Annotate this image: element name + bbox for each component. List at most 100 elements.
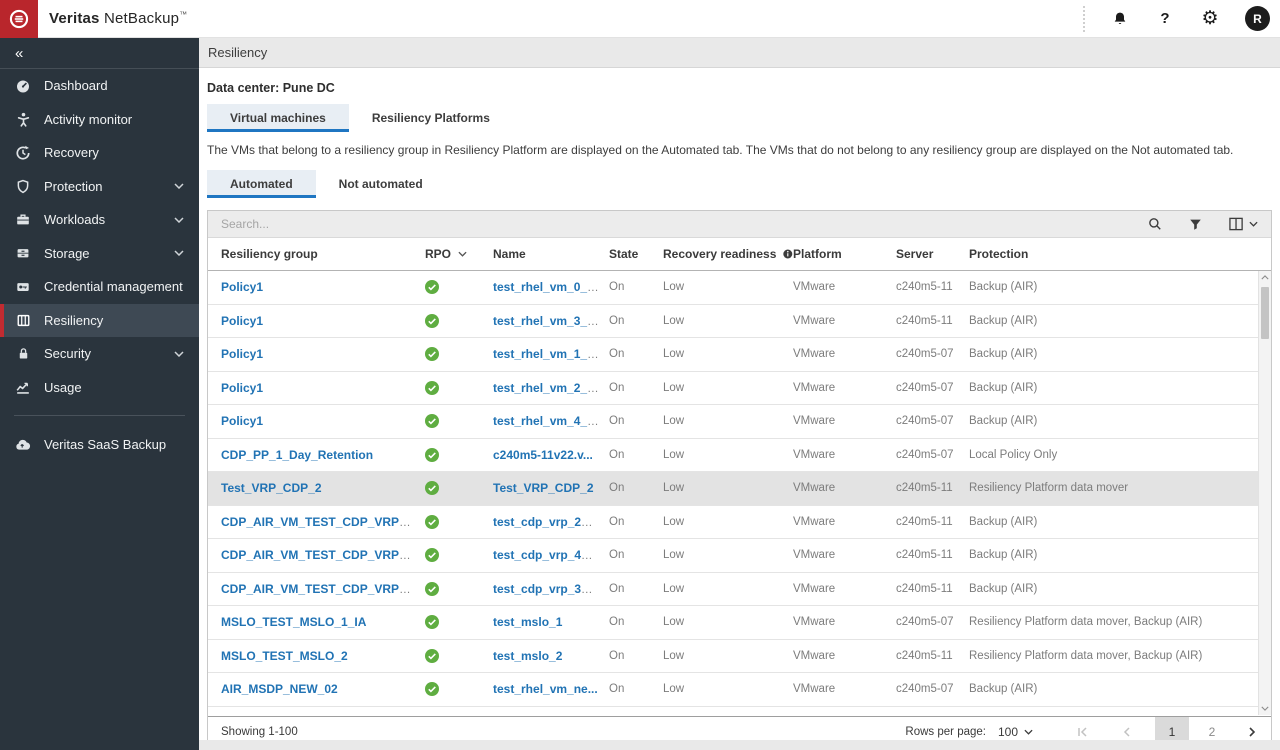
table-row[interactable]: Test_VRP_CDP_2 Test_VRP_CDP_2 On Low VMw… bbox=[208, 472, 1271, 506]
search-icon[interactable] bbox=[1148, 217, 1162, 231]
sidebar-collapse-button[interactable]: « bbox=[0, 38, 199, 69]
column-header-rpo[interactable]: RPO bbox=[425, 247, 493, 261]
page-2-button[interactable]: 2 bbox=[1195, 717, 1229, 741]
vm-name-link[interactable]: Test_VRP_CDP_2 bbox=[493, 481, 594, 495]
search-input[interactable] bbox=[221, 217, 1121, 231]
state-cell: On bbox=[609, 415, 625, 428]
column-header-name[interactable]: Name bbox=[493, 247, 609, 261]
resiliency-group-link[interactable]: Policy1 bbox=[221, 347, 263, 361]
table-row[interactable]: Policy1 test_rhel_vm_1_cd On Low VMware … bbox=[208, 338, 1271, 372]
vm-name-link[interactable]: test_cdp_vrp_3_cd bbox=[493, 582, 602, 596]
sidebar-item-activity-monitor[interactable]: Activity monitor bbox=[0, 103, 199, 137]
sidebar-item-dashboard[interactable]: Dashboard bbox=[0, 69, 199, 103]
table-row[interactable]: Policy1 test_rhel_vm_2_cd On Low VMware … bbox=[208, 372, 1271, 405]
vm-name-link[interactable]: test_mslo_1 bbox=[493, 615, 562, 629]
table-row[interactable]: Policy1 test_rhel_vm_3_cd On Low VMware … bbox=[208, 305, 1271, 338]
sidebar-item-veritas-saas-backup[interactable]: Veritas SaaS Backup bbox=[0, 428, 199, 462]
resiliency-group-link[interactable]: MSLO_TEST_MSLO_2 bbox=[221, 649, 348, 663]
help-question-icon[interactable]: ? bbox=[1155, 9, 1175, 29]
showing-count-label: Showing 1-100 bbox=[221, 725, 298, 738]
resiliency-group-link[interactable]: Policy1 bbox=[221, 381, 263, 395]
resiliency-group-link[interactable]: Policy1 bbox=[221, 414, 263, 428]
sidebar-item-usage[interactable]: Usage bbox=[0, 371, 199, 405]
credential-card-icon bbox=[15, 279, 31, 295]
column-header-resiliency-group[interactable]: Resiliency group bbox=[221, 247, 425, 261]
table-row[interactable]: Policy1 test_rhel_vm_4_cd On Low VMware … bbox=[208, 405, 1271, 439]
vm-name-link[interactable]: test_rhel_vm_3_cd bbox=[493, 314, 601, 328]
table-row[interactable]: CDP_AIR_VM_TEST_CDP_VRP_4_CD test_cdp_vr… bbox=[208, 539, 1271, 573]
resiliency-group-link[interactable]: CDP_AIR_VM_TEST_CDP_VRP_4_CD bbox=[221, 548, 425, 562]
sidebar-item-storage[interactable]: Storage bbox=[0, 237, 199, 271]
tab-resiliency-platforms[interactable]: Resiliency Platforms bbox=[349, 104, 513, 132]
vm-name-link[interactable]: c240m5-11v22.v... bbox=[493, 448, 593, 462]
page-1-button[interactable]: 1 bbox=[1155, 716, 1189, 740]
column-header-server[interactable]: Server bbox=[896, 247, 969, 261]
resiliency-group-link[interactable]: MSLO_TEST_MSLO_1_IA bbox=[221, 615, 366, 629]
table-footer: Showing 1-100 Rows per page: 100 1 2 bbox=[208, 716, 1271, 740]
resiliency-group-link[interactable]: Policy1 bbox=[221, 280, 263, 294]
first-page-button[interactable] bbox=[1067, 717, 1097, 741]
scroll-down-arrow-icon[interactable] bbox=[1259, 702, 1271, 715]
vm-name-link[interactable]: test_rhel_vm_ne... bbox=[493, 682, 598, 696]
server-cell: c240m5-07 bbox=[896, 348, 954, 361]
resiliency-group-link[interactable]: Policy1 bbox=[221, 314, 263, 328]
table-row[interactable]: CDP_PP_1_Day_Retention c240m5-11v22.v...… bbox=[208, 439, 1271, 472]
security-lock-icon bbox=[15, 346, 31, 362]
table-row[interactable]: CDP_AIR_VM_TEST_CDP_VRP_3_CD test_cdp_vr… bbox=[208, 573, 1271, 606]
state-cell: On bbox=[609, 381, 625, 394]
sidebar-item-resiliency[interactable]: Resiliency bbox=[0, 303, 199, 337]
resiliency-group-link[interactable]: Test_VRP_CDP_2 bbox=[221, 481, 322, 495]
sidebar-item-label: Resiliency bbox=[44, 312, 104, 328]
next-page-button[interactable] bbox=[1237, 717, 1267, 741]
scrollbar-thumb[interactable] bbox=[1261, 287, 1269, 339]
server-cell: c240m5-07 bbox=[896, 415, 954, 428]
resiliency-group-link[interactable]: CDP_AIR_VM_TEST_CDP_VRP_2_CD bbox=[221, 515, 425, 529]
sidebar-item-credential-management[interactable]: Credential management bbox=[0, 270, 199, 304]
platform-cell: VMware bbox=[793, 482, 836, 495]
table-row[interactable]: CDP_AIR_VM_TEST_CDP_VRP_2_CD test_cdp_vr… bbox=[208, 506, 1271, 539]
previous-page-button[interactable] bbox=[1111, 717, 1141, 741]
column-header-state[interactable]: State bbox=[609, 247, 663, 261]
vm-name-link[interactable]: test_rhel_vm_4_cd bbox=[493, 414, 601, 428]
vm-name-link[interactable]: test_cdp_vrp_2_cd bbox=[493, 515, 602, 529]
notifications-bell-icon[interactable] bbox=[1110, 9, 1130, 29]
resiliency-appliance-icon bbox=[15, 312, 31, 328]
table-row[interactable]: MSLO_TEST_MSLO_2 test_mslo_2 On Low VMwa… bbox=[208, 640, 1271, 673]
chevron-down-icon bbox=[174, 250, 184, 257]
vm-name-link[interactable]: test_mslo_2 bbox=[493, 649, 562, 663]
user-avatar[interactable]: R bbox=[1245, 6, 1270, 31]
server-cell: c240m5-07 bbox=[896, 616, 954, 629]
column-header-recovery-readiness[interactable]: Recovery readiness bbox=[663, 247, 793, 261]
vm-name-link[interactable]: test_rhel_vm_0_cd bbox=[493, 280, 601, 294]
column-header-protection[interactable]: Protection bbox=[969, 247, 1271, 261]
resiliency-group-link[interactable]: CDP_PP_1_Day_Retention bbox=[221, 448, 373, 462]
vm-name-link[interactable]: test_rhel_vm_1_cd bbox=[493, 347, 601, 361]
sidebar-item-protection[interactable]: Protection bbox=[0, 170, 199, 204]
tab-automated[interactable]: Automated bbox=[207, 170, 316, 198]
rpo-cell bbox=[425, 414, 493, 429]
server-cell: c240m5-07 bbox=[896, 448, 954, 461]
protection-cell: Backup (AIR) bbox=[969, 683, 1038, 696]
scroll-up-arrow-icon[interactable] bbox=[1259, 271, 1271, 284]
settings-gear-icon[interactable]: ⚙ bbox=[1200, 9, 1220, 29]
vm-name-link[interactable]: test_cdp_vrp_4_cd bbox=[493, 548, 602, 562]
server-cell: c240m5-11 bbox=[896, 515, 953, 528]
column-settings-icon[interactable] bbox=[1229, 217, 1258, 231]
filter-funnel-icon[interactable] bbox=[1189, 218, 1202, 231]
protection-cell: Backup (AIR) bbox=[969, 348, 1038, 361]
sidebar-item-recovery[interactable]: Recovery bbox=[0, 136, 199, 170]
rows-per-page-select[interactable]: 100 bbox=[998, 725, 1033, 739]
sidebar-item-workloads[interactable]: Workloads bbox=[0, 203, 199, 237]
table-row[interactable]: Policy1 test_rhel_vm_0_cd On Low VMware … bbox=[208, 271, 1271, 305]
rpo-success-check-icon bbox=[425, 447, 439, 462]
tab-virtual-machines[interactable]: Virtual machines bbox=[207, 104, 349, 132]
resiliency-group-link[interactable]: CDP_AIR_VM_TEST_CDP_VRP_3_CD bbox=[221, 582, 425, 596]
vm-name-link[interactable]: test_rhel_vm_2_cd bbox=[493, 381, 601, 395]
sidebar-item-security[interactable]: Security bbox=[0, 337, 199, 371]
tab-not-automated[interactable]: Not automated bbox=[316, 170, 446, 198]
table-row[interactable]: AIR_MSDP_NEW_02 test_rhel_vm_ne... On Lo… bbox=[208, 673, 1271, 707]
column-header-platform[interactable]: Platform bbox=[793, 247, 896, 261]
table-row[interactable]: MSLO_TEST_MSLO_1_IA test_mslo_1 On Low V… bbox=[208, 606, 1271, 640]
resiliency-group-link[interactable]: AIR_MSDP_NEW_02 bbox=[221, 682, 338, 696]
table-vertical-scrollbar[interactable] bbox=[1258, 271, 1271, 715]
